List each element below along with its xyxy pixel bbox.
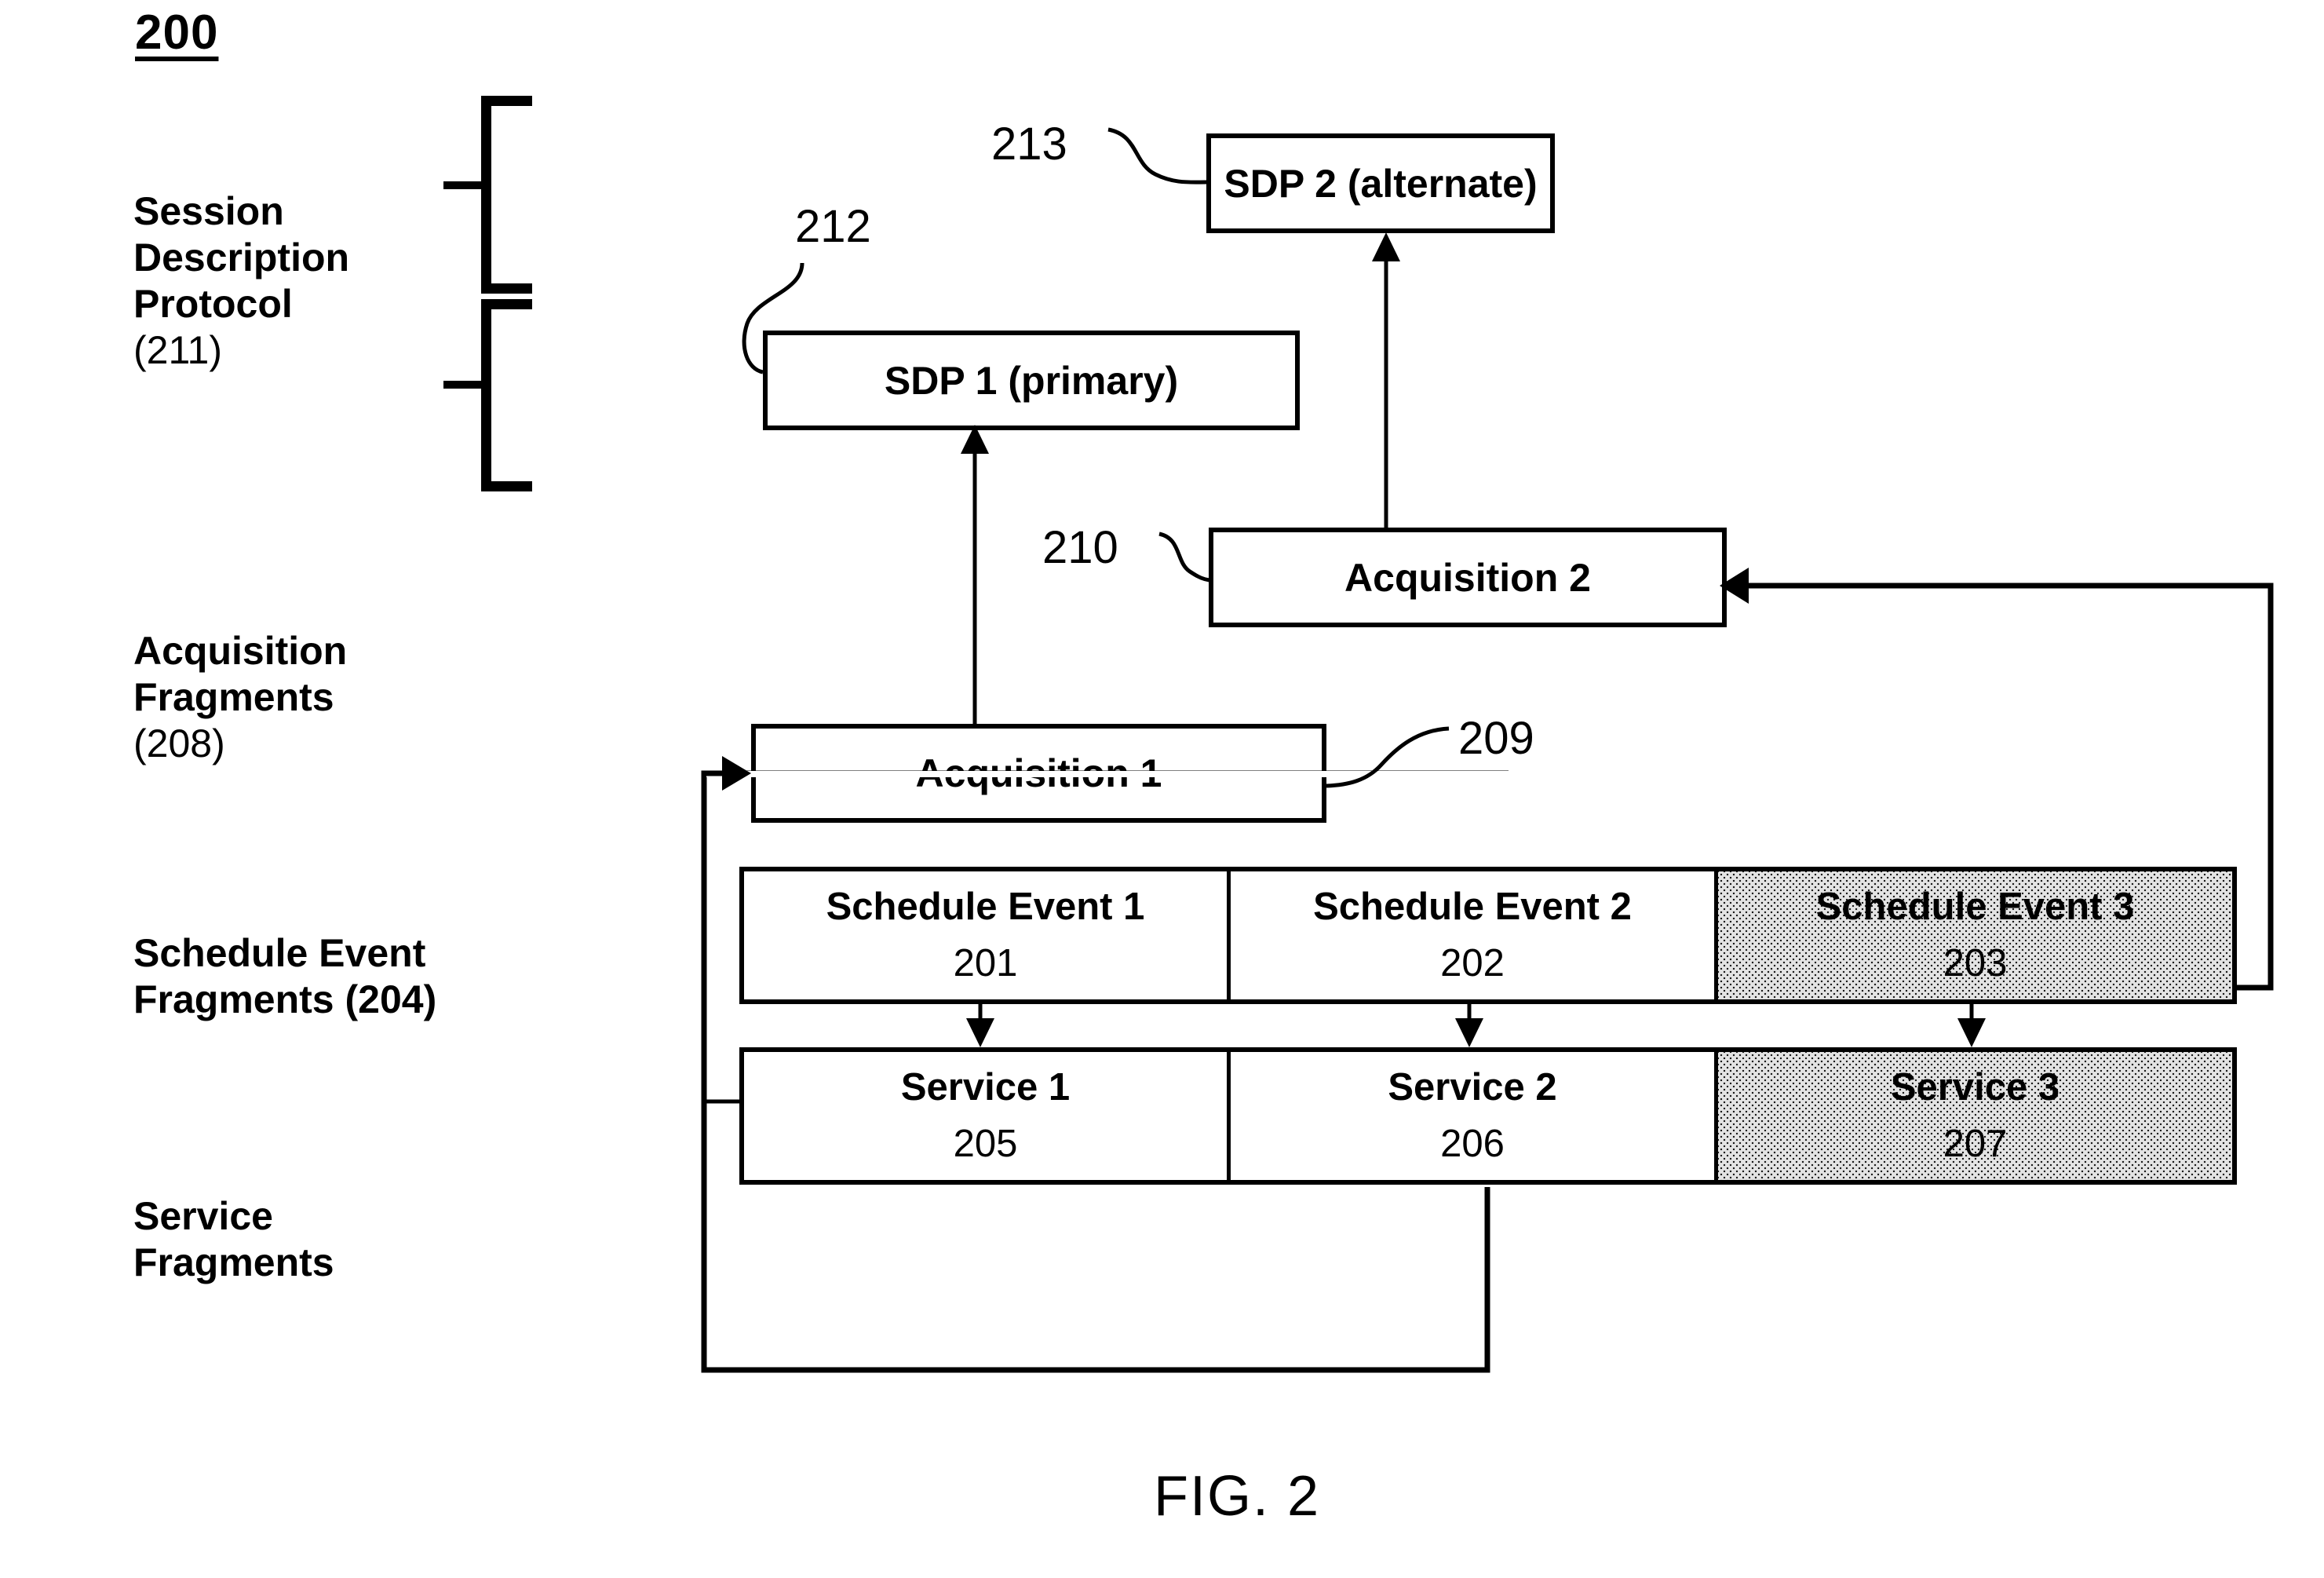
- group-label-acquisition-fragments: Acquisition Fragments (208): [133, 628, 471, 767]
- cell-ref: 206: [1440, 1122, 1505, 1165]
- cell-ref: 202: [1440, 941, 1505, 984]
- service-cell-3[interactable]: Service 3 207: [1718, 1052, 2232, 1180]
- cell-ref: 203: [1943, 941, 2008, 984]
- cell-title: Schedule Event 2: [1313, 885, 1632, 928]
- bracket-acquisition-fragments: [481, 299, 532, 491]
- figure-caption: FIG. 2: [1154, 1465, 1321, 1528]
- callout-210: 210: [1042, 522, 1118, 573]
- box-acquisition-1[interactable]: Acquisition 1: [751, 724, 1326, 823]
- callout-209: 209: [1458, 713, 1534, 764]
- box-sdp-2-alternate[interactable]: SDP 2 (alternate): [1206, 133, 1555, 233]
- cell-ref: 207: [1943, 1122, 2008, 1165]
- service-fragments-row: Service 1 205 Service 2 206 Service 3 20…: [739, 1047, 2237, 1185]
- cell-ref: 205: [953, 1122, 1018, 1165]
- box-label: SDP 1 (primary): [884, 358, 1179, 403]
- box-sdp-1-primary[interactable]: SDP 1 (primary): [763, 331, 1300, 430]
- arrow-acquisition2-to-sdp2: [1372, 232, 1400, 528]
- group-label-text: Schedule Event Fragments (204): [133, 931, 437, 1021]
- schedule-event-cell-3[interactable]: Schedule Event 3 203: [1718, 871, 2232, 999]
- group-label-ref: (208): [133, 721, 225, 765]
- cell-title: Service 2: [1388, 1065, 1557, 1109]
- arrow-schedule-event-3-to-service-3: [1957, 1004, 1986, 1047]
- callout-213: 213: [991, 119, 1067, 170]
- schedule-event-fragments-row: Schedule Event 1 201 Schedule Event 2 20…: [739, 867, 2237, 1004]
- figure-canvas: 200 Session Description Protocol (211) Ac…: [0, 0, 2324, 1578]
- bracket-stub-sdp: [443, 181, 487, 189]
- cell-ref: 201: [953, 941, 1018, 984]
- arrow-schedule-event-2-to-service-2: [1455, 1004, 1483, 1047]
- leader-line-210: [1158, 531, 1210, 583]
- cell-title: Service 3: [1890, 1065, 2060, 1109]
- cell-title: Schedule Event 3: [1815, 885, 2135, 928]
- arrow-acquisition1-to-sdp1: [961, 425, 989, 724]
- bracket-session-description-protocol: [481, 96, 532, 294]
- box-acquisition-2[interactable]: Acquisition 2: [1209, 528, 1727, 627]
- group-label-text: Session Description Protocol: [133, 189, 350, 326]
- service-cell-1[interactable]: Service 1 205: [744, 1052, 1231, 1180]
- figure-number: 200: [135, 5, 219, 60]
- cell-title: Schedule Event 1: [826, 885, 1145, 928]
- leader-line-209: [1326, 726, 1450, 788]
- service-cell-2[interactable]: Service 2 206: [1231, 1052, 1718, 1180]
- group-label-text: Service Fragments: [133, 1194, 334, 1284]
- group-label-session-description-protocol: Session Description Protocol (211): [133, 188, 471, 374]
- arrow-schedule-event-1-to-service-1: [966, 1004, 994, 1047]
- box-label: Acquisition 2: [1344, 555, 1591, 600]
- box-label: Acquisition 1: [915, 751, 1162, 795]
- callout-212: 212: [795, 201, 871, 252]
- schedule-event-cell-2[interactable]: Schedule Event 2 202: [1231, 871, 1718, 999]
- group-label-ref: (211): [133, 328, 223, 372]
- bracket-stub-acquisition: [443, 381, 487, 389]
- group-label-text: Acquisition Fragments: [133, 629, 348, 719]
- box-label: SDP 2 (alternate): [1224, 161, 1538, 206]
- schedule-event-cell-1[interactable]: Schedule Event 1 201: [744, 871, 1231, 999]
- group-label-service-fragments: Service Fragments: [133, 1193, 471, 1286]
- leader-line-213: [1107, 127, 1207, 184]
- group-label-schedule-event-fragments: Schedule Event Fragments (204): [133, 930, 573, 1023]
- cell-title: Service 1: [900, 1065, 1071, 1109]
